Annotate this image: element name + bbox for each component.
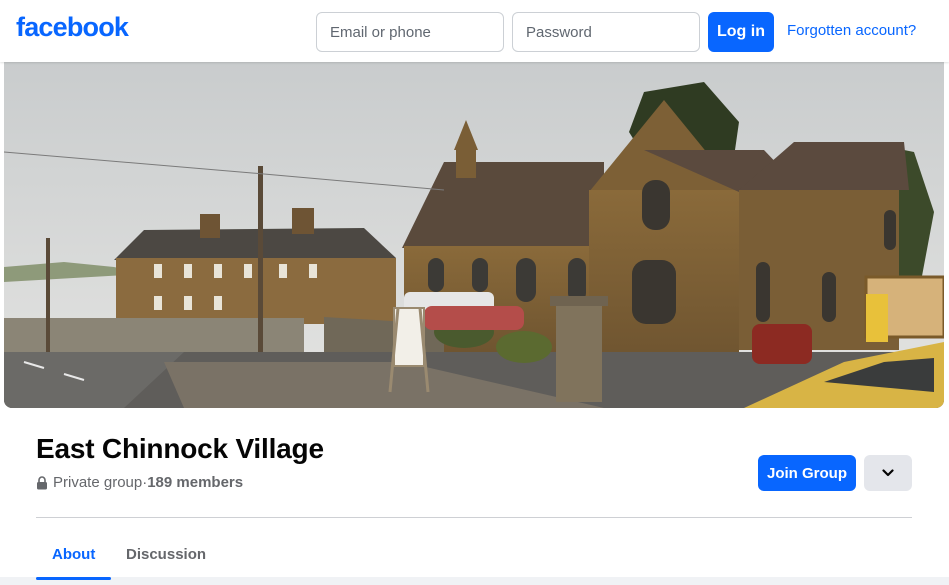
facebook-logo[interactable]: facebook (16, 12, 129, 43)
group-header: East Chinnock Village Private group · 18… (0, 62, 949, 580)
password-field[interactable] (512, 12, 700, 52)
group-meta: Private group · 189 members (36, 474, 243, 491)
lock-icon (37, 475, 47, 489)
group-member-count[interactable]: 189 members (147, 474, 243, 491)
more-options-button[interactable] (864, 455, 912, 491)
header-divider (36, 517, 912, 518)
forgotten-account-link[interactable]: Forgotten account? (787, 22, 916, 39)
email-field[interactable] (316, 12, 504, 52)
tab-discussion[interactable]: Discussion (110, 530, 222, 578)
group-privacy: Private group (53, 474, 143, 491)
chevron-down-icon (882, 469, 894, 477)
group-title: East Chinnock Village (36, 433, 324, 464)
cover-photo-image (4, 62, 944, 408)
cover-photo[interactable] (4, 62, 944, 408)
join-group-button[interactable]: Join Group (758, 455, 856, 491)
login-button[interactable]: Log in (708, 12, 774, 52)
top-navigation-bar: facebook Log in Forgotten account? (0, 0, 949, 62)
tab-about[interactable]: About (36, 530, 112, 580)
